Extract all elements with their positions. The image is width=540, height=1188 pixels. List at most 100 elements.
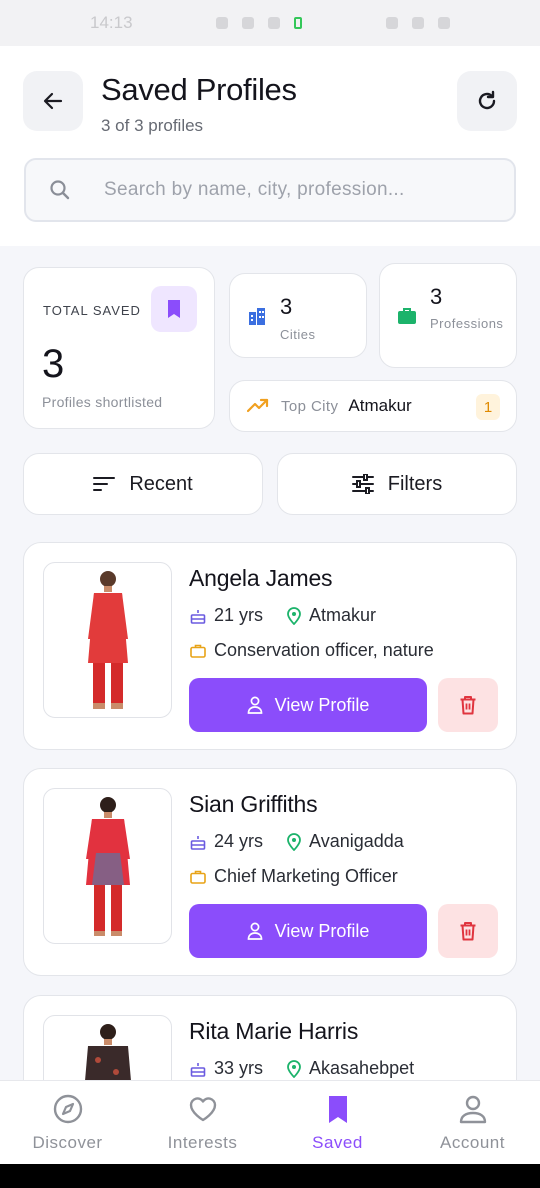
briefcase-icon xyxy=(190,644,206,658)
sort-icon xyxy=(93,477,116,491)
user-icon xyxy=(247,696,262,714)
profile-photo-figure xyxy=(85,797,130,936)
nav-item-account[interactable]: Account xyxy=(405,1081,540,1164)
profile-card[interactable]: Sian Griffiths 24 yrs Avanigadda Chief M… xyxy=(23,768,517,976)
profile-name: Angela James xyxy=(189,565,333,591)
briefcase-icon xyxy=(398,308,416,324)
settings-status-icon xyxy=(216,17,229,29)
profile-name: Sian Griffiths xyxy=(189,791,318,817)
profile-age: 24 yrs xyxy=(214,831,264,851)
professions-stat-card: 3 Professions xyxy=(379,263,517,368)
nav-item-interests[interactable]: Interests xyxy=(135,1081,270,1164)
view-profile-label: View Profile xyxy=(274,920,370,941)
page-title: Saved Profiles xyxy=(101,72,297,107)
profile-city: Avanigadda xyxy=(309,831,404,851)
profile-city: Atmakur xyxy=(309,605,377,625)
top-city-label: Top City xyxy=(281,397,339,415)
profile-meta: 24 yrs Avanigadda xyxy=(190,831,404,852)
profile-profession-row: Chief Marketing Officer xyxy=(190,866,398,887)
professions-stat-label: Professions xyxy=(430,316,504,331)
signal-status-icon xyxy=(437,17,450,29)
cake-icon xyxy=(190,1062,206,1077)
total-saved-card: TOTAL SAVED 3 Profiles shortlisted xyxy=(23,267,215,429)
nav-label-account: Account xyxy=(440,1133,505,1152)
total-saved-caption: Profiles shortlisted xyxy=(42,394,163,410)
nav-label-interests: Interests xyxy=(167,1133,238,1152)
search-placeholder: Search by name, city, profession... xyxy=(104,179,405,200)
view-profile-button[interactable]: View Profile xyxy=(189,678,427,732)
back-button[interactable] xyxy=(23,71,83,131)
delete-button[interactable] xyxy=(438,678,498,732)
total-saved-badge xyxy=(151,286,197,332)
battery-icon xyxy=(294,17,303,29)
search-icon xyxy=(50,180,70,200)
trash-icon xyxy=(460,696,476,715)
location-pin-icon xyxy=(287,1059,301,1078)
heart-icon xyxy=(189,1097,216,1122)
cities-stat-card: 3 Cities xyxy=(229,273,367,358)
refresh-button[interactable] xyxy=(457,71,517,131)
trending-up-icon xyxy=(247,398,269,413)
profile-age: 33 yrs xyxy=(214,1058,264,1078)
nav-item-discover[interactable]: Discover xyxy=(0,1081,135,1164)
profile-photo-figure xyxy=(87,571,128,709)
cities-stat-label: Cities xyxy=(280,327,316,342)
status-icons xyxy=(216,17,303,29)
top-city-card: Top City Atmakur 1 xyxy=(229,380,517,432)
professions-stat-value: 3 xyxy=(430,284,443,309)
wifi-status-icon xyxy=(411,17,424,29)
alarm-status-icon xyxy=(385,17,398,29)
profile-profession: Chief Marketing Officer xyxy=(214,866,398,886)
profile-meta: 33 yrs Akasahebpet xyxy=(190,1058,414,1079)
cake-icon xyxy=(190,835,206,850)
profile-name: Rita Marie Harris xyxy=(189,1018,359,1044)
profile-photo xyxy=(43,788,172,944)
total-saved-value: 3 xyxy=(42,342,65,386)
search-input[interactable]: Search by name, city, profession... xyxy=(24,158,516,222)
profile-profession: Conservation officer, nature xyxy=(214,640,434,660)
play-status-icon xyxy=(242,17,255,29)
cake-icon xyxy=(190,609,206,624)
profile-age: 21 yrs xyxy=(214,605,264,625)
bottom-nav: Discover Interests Saved Account xyxy=(0,1080,540,1164)
header: Saved Profiles 3 of 3 profiles Search by… xyxy=(0,46,540,246)
status-time: 14:13 xyxy=(90,13,133,32)
top-city-value: Atmakur xyxy=(348,396,412,415)
nav-label-saved: Saved xyxy=(312,1133,363,1152)
arrow-left-icon xyxy=(43,92,63,110)
person-icon xyxy=(459,1095,486,1124)
profile-profession-row: Conservation officer, nature xyxy=(190,640,434,661)
filters-button[interactable]: Filters xyxy=(277,453,517,515)
briefcase-icon xyxy=(190,870,206,884)
sort-button[interactable]: Recent xyxy=(23,453,263,515)
buildings-icon xyxy=(249,308,265,325)
trash-icon xyxy=(460,922,476,941)
refresh-icon xyxy=(478,90,496,110)
profile-card[interactable]: Angela James 21 yrs Atmakur Conservation… xyxy=(23,542,517,750)
total-saved-label: TOTAL SAVED xyxy=(43,303,141,318)
top-city-count-badge: 1 xyxy=(476,394,500,420)
profile-city: Akasahebpet xyxy=(309,1058,415,1078)
cities-stat-value: 3 xyxy=(280,294,293,319)
profile-meta: 21 yrs Atmakur xyxy=(190,605,376,626)
nav-item-saved[interactable]: Saved xyxy=(270,1081,405,1164)
status-icons-right xyxy=(385,17,450,29)
system-navigation-bar xyxy=(0,1164,540,1188)
profile-photo xyxy=(43,562,172,718)
delete-button[interactable] xyxy=(438,904,498,958)
view-profile-label: View Profile xyxy=(274,694,370,715)
status-bar: 14:13 xyxy=(0,0,540,46)
filters-label: Filters xyxy=(387,472,443,495)
user-icon xyxy=(247,922,262,940)
page-subtitle: 3 of 3 profiles xyxy=(101,116,204,135)
location-pin-icon xyxy=(287,832,301,851)
view-profile-button[interactable]: View Profile xyxy=(189,904,427,958)
nav-label-discover: Discover xyxy=(32,1133,103,1152)
bookmark-icon xyxy=(328,1096,347,1123)
sliders-icon xyxy=(351,474,374,494)
sort-label: Recent xyxy=(129,472,193,495)
compass-icon xyxy=(53,1094,82,1124)
bookmark-icon xyxy=(168,300,180,318)
gallery-status-icon xyxy=(268,17,281,29)
location-pin-icon xyxy=(287,606,301,625)
